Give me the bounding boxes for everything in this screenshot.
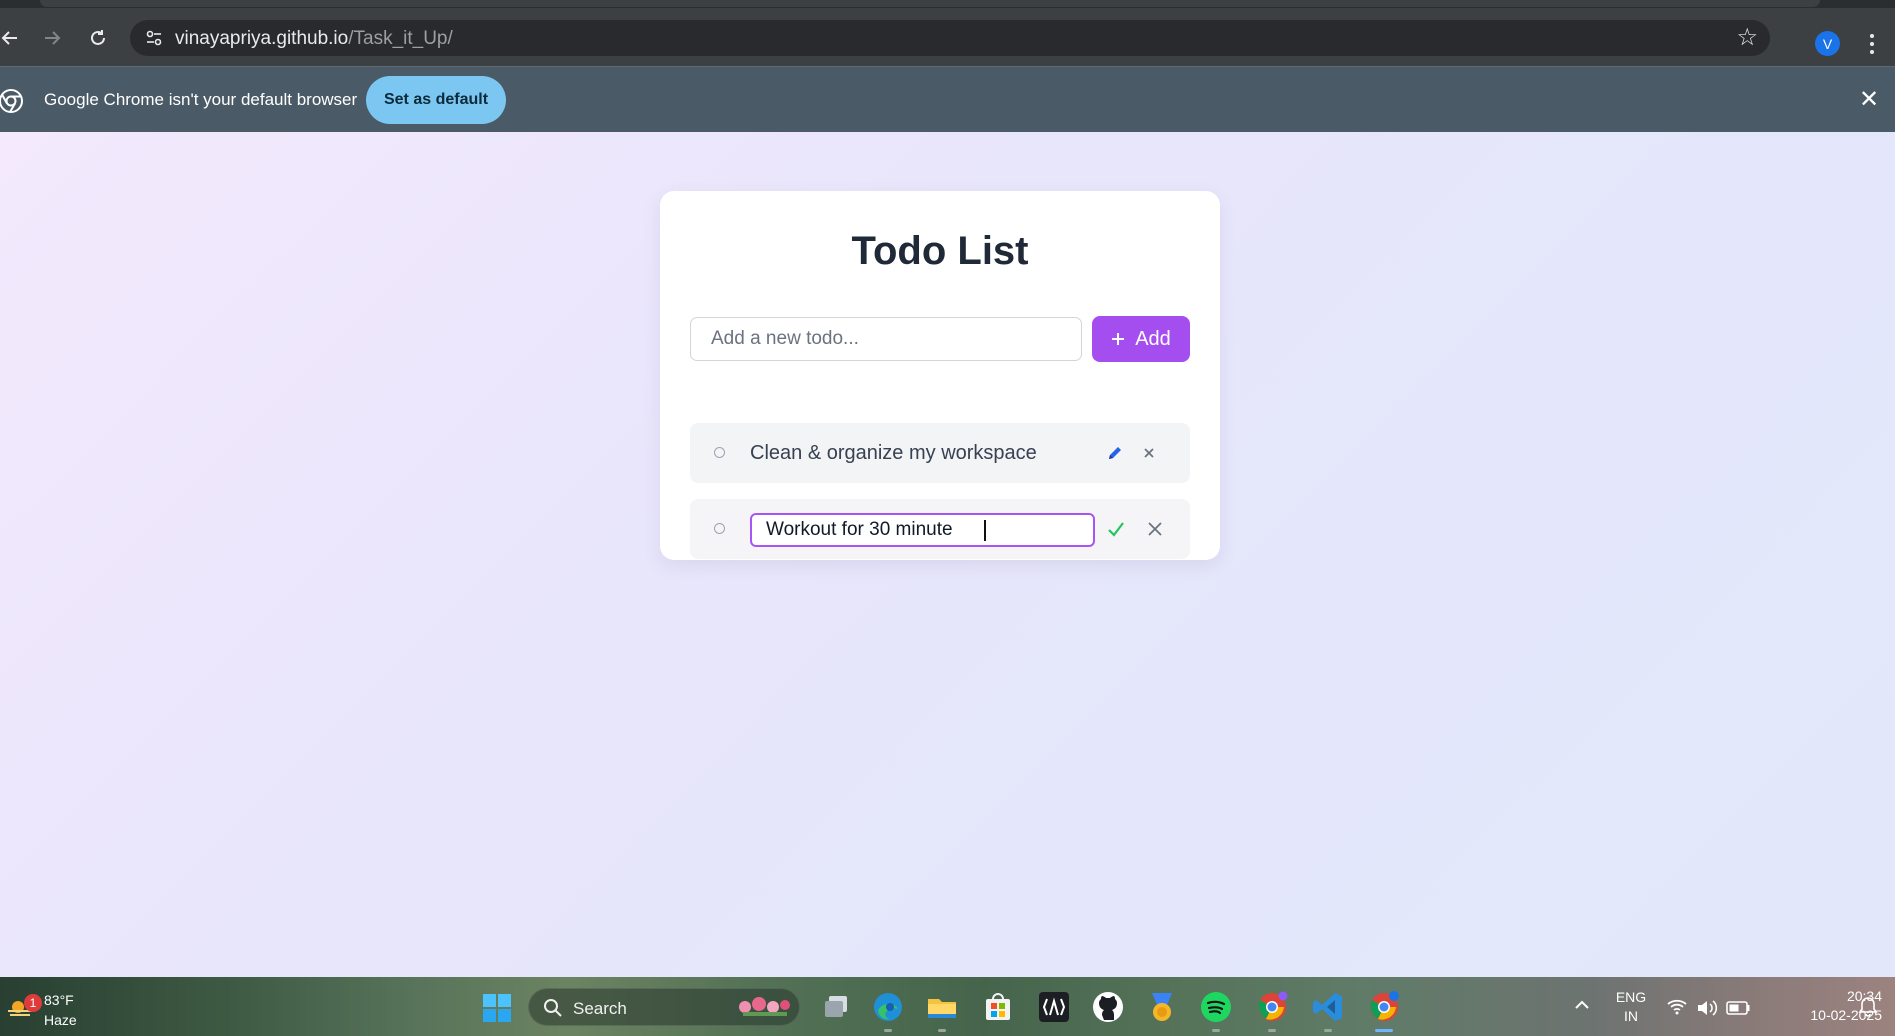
search-icon xyxy=(544,999,562,1017)
region-code: IN xyxy=(1624,1008,1638,1024)
close-icon[interactable]: ✕ xyxy=(1855,85,1883,113)
spotify-icon[interactable] xyxy=(1198,989,1234,1032)
weather-temperature: 83°F xyxy=(44,992,74,1008)
volume-icon xyxy=(1698,1000,1718,1016)
windows-start-icon[interactable] xyxy=(482,993,512,1023)
todo-toggle-checkbox[interactable] xyxy=(714,523,725,534)
running-indicator xyxy=(884,1029,892,1032)
notification-badge: 1 xyxy=(24,994,42,1012)
edit-icon[interactable] xyxy=(1100,438,1130,468)
running-indicator xyxy=(1324,1029,1332,1032)
weather-widget[interactable]: 1 83°F Haze xyxy=(6,985,86,1029)
running-indicator xyxy=(1212,1029,1220,1032)
add-button-label: Add xyxy=(1135,327,1171,350)
task-view-icon[interactable] xyxy=(818,989,854,1025)
todo-toggle-checkbox[interactable] xyxy=(714,447,725,458)
github-icon[interactable] xyxy=(1090,989,1126,1025)
wifi-icon xyxy=(1667,999,1687,1015)
language-code: ENG xyxy=(1615,989,1647,1005)
cancel-icon[interactable] xyxy=(1140,514,1170,544)
url-path: /Task_it_Up/ xyxy=(348,28,453,49)
site-settings-icon[interactable] xyxy=(140,24,168,52)
url-text[interactable]: vinayapriya.github.io/Task_it_Up/ xyxy=(175,28,453,50)
chrome-logo-icon xyxy=(0,89,23,113)
quick-settings[interactable] xyxy=(1665,995,1765,1019)
chrome-icon[interactable] xyxy=(1254,989,1290,1032)
text-cursor xyxy=(984,520,986,541)
search-label: Search xyxy=(573,999,627,1018)
weather-condition: Haze xyxy=(44,1012,77,1028)
default-browser-infobar: Google Chrome isn't your default browser… xyxy=(0,66,1895,132)
windows-taskbar: 1 83°F Haze Search ENG IN 20:34 10-02-20… xyxy=(0,977,1895,1036)
edit-todo-input[interactable] xyxy=(750,513,1095,547)
bookmark-star-icon[interactable]: ☆ xyxy=(1736,23,1758,53)
chrome-menu-icon[interactable] xyxy=(1862,28,1882,60)
todo-text: Clean & organize my workspace xyxy=(750,442,1037,464)
vscode-icon[interactable] xyxy=(1310,989,1346,1032)
todo-card: Todo List Add Clean & organize my worksp… xyxy=(660,191,1220,560)
set-as-default-button[interactable]: Set as default xyxy=(366,76,506,124)
delete-icon[interactable] xyxy=(1134,438,1164,468)
back-icon[interactable] xyxy=(0,22,26,54)
file-explorer-icon[interactable] xyxy=(924,989,960,1032)
plus-icon xyxy=(1111,328,1125,350)
search-highlight-flowers-icon xyxy=(739,997,790,1016)
battery-icon xyxy=(1726,1001,1750,1015)
todo-item-editing xyxy=(690,499,1190,559)
page-viewport: Todo List Add Clean & organize my worksp… xyxy=(0,132,1895,977)
language-indicator[interactable]: ENG IN xyxy=(1612,988,1650,1028)
code-terminal-icon[interactable] xyxy=(1036,989,1072,1025)
notification-bell-icon[interactable] xyxy=(1858,996,1878,1018)
chrome-profile-icon[interactable] xyxy=(1366,989,1402,1032)
new-todo-input[interactable] xyxy=(690,317,1082,361)
profile-avatar[interactable]: V xyxy=(1815,31,1840,56)
url-host: vinayapriya.github.io xyxy=(175,28,349,49)
chevron-up-icon[interactable] xyxy=(1572,995,1592,1015)
badge-app-icon[interactable] xyxy=(1144,989,1180,1025)
microsoft-store-icon[interactable] xyxy=(980,989,1016,1025)
infobar-message: Google Chrome isn't your default browser xyxy=(44,90,358,109)
tab-strip xyxy=(0,0,1895,8)
browser-toolbar: vinayapriya.github.io/Task_it_Up/ ☆ V xyxy=(0,8,1895,66)
reload-icon[interactable] xyxy=(82,22,114,54)
running-indicator xyxy=(938,1029,946,1032)
page-title: Todo List xyxy=(851,229,1029,273)
confirm-icon[interactable] xyxy=(1101,514,1131,544)
edge-icon[interactable] xyxy=(870,989,906,1032)
forward-icon[interactable] xyxy=(36,22,68,54)
todo-item: Clean & organize my workspace xyxy=(690,423,1190,483)
active-tab[interactable] xyxy=(40,0,1820,7)
active-indicator xyxy=(1375,1029,1393,1032)
address-bar[interactable]: vinayapriya.github.io/Task_it_Up/ ☆ xyxy=(130,20,1770,56)
running-indicator xyxy=(1268,1029,1276,1032)
add-todo-button[interactable]: Add xyxy=(1092,316,1190,362)
taskbar-search[interactable]: Search xyxy=(528,988,800,1026)
